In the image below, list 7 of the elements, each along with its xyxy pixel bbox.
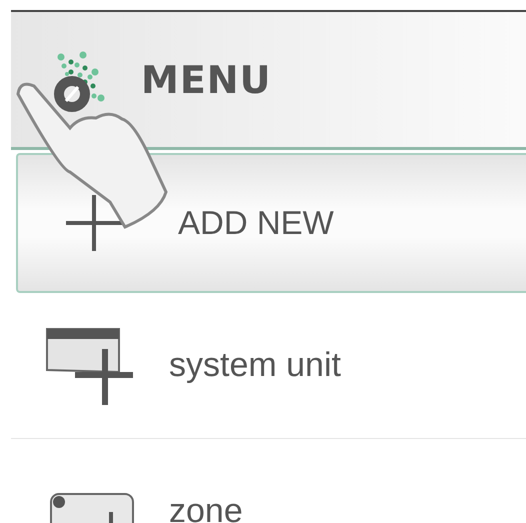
menu-item[interactable]: zone <box>11 439 526 523</box>
item-label: zone <box>169 492 243 523</box>
window-plus-icon <box>45 326 135 404</box>
item-label: system unit <box>169 346 341 385</box>
menu-item[interactable]: system unit <box>11 293 526 439</box>
menu-title: MENU <box>141 58 272 102</box>
add-new-button[interactable]: ADD NEW <box>16 153 526 293</box>
